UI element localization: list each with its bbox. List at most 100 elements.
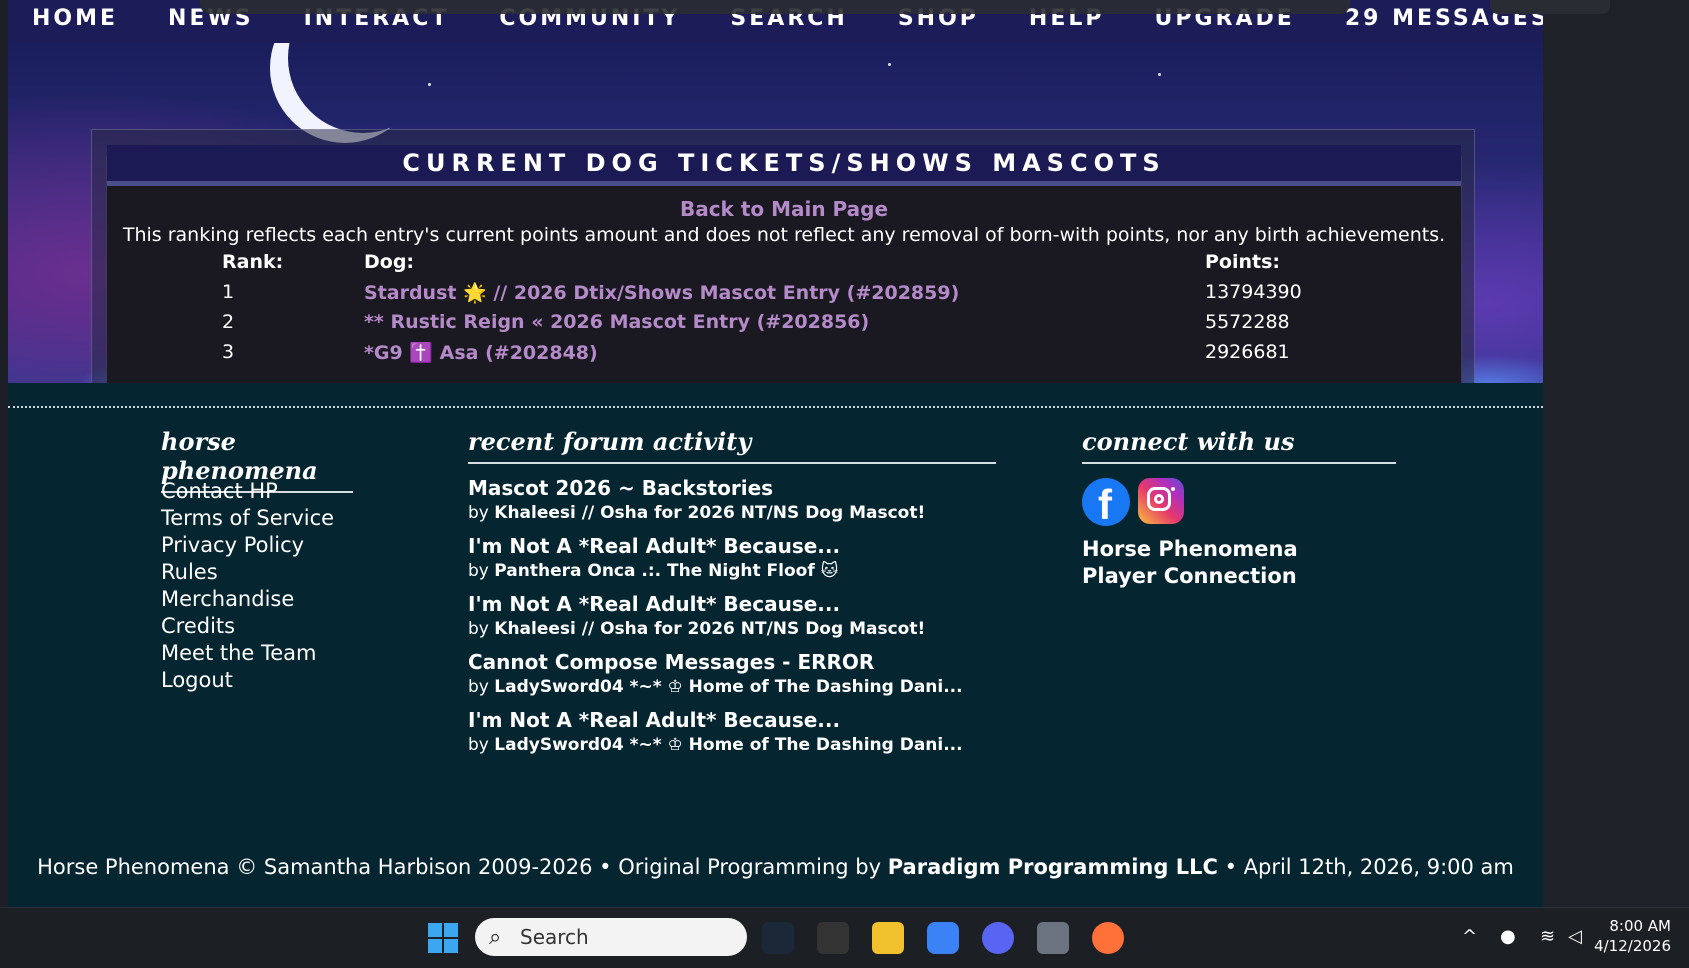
forum-byline: by Khaleesi // Osha for 2026 NT/NS Dog M… bbox=[468, 503, 1028, 523]
tray-app-icon[interactable]: ● bbox=[1500, 926, 1516, 947]
by-label: by bbox=[468, 619, 489, 639]
forum-author-link[interactable]: Khaleesi // Osha for 2026 NT/NS Dog Masc… bbox=[494, 619, 925, 639]
credits-link[interactable]: Credits bbox=[161, 613, 334, 640]
footer-heading-connect: connect with us bbox=[1082, 427, 1396, 464]
web-page: HOME NEWS INTERACT COMMUNITY SEARCH SHOP… bbox=[8, 0, 1543, 907]
forum-topic-link[interactable]: I'm Not A *Real Adult* Because... bbox=[468, 592, 1028, 616]
search-icon: ⌕ bbox=[489, 925, 502, 950]
privacy-link[interactable]: Privacy Policy bbox=[161, 532, 334, 559]
moon-graphic bbox=[288, 43, 438, 133]
windows-start-icon[interactable] bbox=[428, 923, 458, 953]
forum-author-link[interactable]: Khaleesi // Osha for 2026 NT/NS Dog Masc… bbox=[494, 503, 925, 523]
app-icon[interactable] bbox=[927, 922, 959, 954]
wifi-icon[interactable]: ≋ bbox=[1540, 926, 1555, 947]
forum-entry: Cannot Compose Messages - ERROR by LadyS… bbox=[468, 650, 1028, 697]
forum-topic-link[interactable]: I'm Not A *Real Adult* Because... bbox=[468, 534, 1028, 558]
clock-time: 8:00 AM bbox=[1609, 917, 1671, 935]
chevron-up-icon[interactable]: ^ bbox=[1462, 926, 1477, 947]
contact-link[interactable]: Contact HP bbox=[161, 478, 334, 505]
dog-link[interactable]: *G9 ✝️ Asa (#202848) bbox=[364, 341, 1164, 364]
forum-entry: I'm Not A *Real Adult* Because... by Kha… bbox=[468, 592, 1028, 639]
star bbox=[1158, 73, 1161, 76]
forum-byline: by Khaleesi // Osha for 2026 NT/NS Dog M… bbox=[468, 619, 1028, 639]
nav-messages[interactable]: 29 MESSAGES bbox=[1345, 8, 1543, 30]
firefox-icon[interactable] bbox=[1092, 922, 1124, 954]
dog-header: Dog: bbox=[364, 251, 415, 273]
back-to-main-link[interactable]: Back to Main Page bbox=[107, 197, 1461, 221]
windows-taskbar: ⌕ Search ^ ● ≋ ◁ 8:00 AM 4/12/2026 bbox=[0, 907, 1689, 968]
discord-icon[interactable] bbox=[982, 922, 1014, 954]
rank-cell: 1 bbox=[222, 281, 235, 303]
steam-icon[interactable] bbox=[762, 922, 794, 954]
volume-icon[interactable]: ◁ bbox=[1568, 926, 1582, 947]
clock-date: 4/12/2026 bbox=[1594, 937, 1671, 955]
ranking-title: CURRENT DOG TICKETS/SHOWS MASCOTS bbox=[107, 145, 1461, 186]
file-explorer-icon[interactable] bbox=[872, 922, 904, 954]
ranking-panel: CURRENT DOG TICKETS/SHOWS MASCOTS Back t… bbox=[106, 145, 1462, 383]
logout-link[interactable]: Logout bbox=[161, 667, 334, 694]
nav-interact[interactable]: INTERACT bbox=[304, 8, 450, 30]
nav-help[interactable]: HELP bbox=[1029, 8, 1105, 30]
forum-entry: I'm Not A *Real Adult* Because... by Lad… bbox=[468, 708, 1028, 755]
main-nav: HOME NEWS INTERACT COMMUNITY SEARCH SHOP… bbox=[8, 0, 1543, 43]
forum-author-link[interactable]: Panthera Onca .:. The Night Floof 🐱 bbox=[494, 561, 838, 581]
social-icons bbox=[1082, 478, 1184, 529]
terms-link[interactable]: Terms of Service bbox=[161, 505, 334, 532]
timestamp-text: • April 12th, 2026, 9:00 am bbox=[1217, 855, 1514, 879]
browser-viewport: HOME NEWS INTERACT COMMUNITY SEARCH SHOP… bbox=[0, 0, 1689, 907]
taskbar-search[interactable]: ⌕ Search bbox=[475, 918, 747, 956]
forum-topic-link[interactable]: I'm Not A *Real Adult* Because... bbox=[468, 708, 1028, 732]
rank-cell: 2 bbox=[222, 311, 235, 333]
right-gutter bbox=[1543, 0, 1689, 907]
game-app-icon[interactable] bbox=[817, 922, 849, 954]
nav-upgrade[interactable]: UPGRADE bbox=[1155, 8, 1295, 30]
forum-activity-list: Mascot 2026 ~ Backstories by Khaleesi //… bbox=[468, 476, 1028, 766]
by-label: by bbox=[468, 561, 489, 581]
forum-byline: by LadySword04 *~* ♔ Home of The Dashing… bbox=[468, 677, 1028, 697]
nav-shop[interactable]: SHOP bbox=[898, 8, 979, 30]
points-header: Points: bbox=[1205, 251, 1281, 273]
night-sky-banner: CURRENT DOG TICKETS/SHOWS MASCOTS Back t… bbox=[8, 43, 1543, 383]
calculator-icon[interactable] bbox=[1037, 922, 1069, 954]
dog-link[interactable]: Stardust 🌟 // 2026 Dtix/Shows Mascot Ent… bbox=[364, 281, 1164, 304]
forum-author-link[interactable]: LadySword04 *~* ♔ Home of The Dashing Da… bbox=[494, 677, 962, 697]
star bbox=[428, 83, 431, 86]
footer-divider bbox=[8, 406, 1543, 408]
merchandise-link[interactable]: Merchandise bbox=[161, 586, 334, 613]
player-connection-link[interactable]: Horse Phenomena Player Connection bbox=[1082, 536, 1342, 590]
footer-links: Contact HP Terms of Service Privacy Poli… bbox=[161, 478, 334, 694]
ranking-frame: CURRENT DOG TICKETS/SHOWS MASCOTS Back t… bbox=[91, 129, 1475, 383]
forum-topic-link[interactable]: Cannot Compose Messages - ERROR bbox=[468, 650, 1028, 674]
forum-topic-link[interactable]: Mascot 2026 ~ Backstories bbox=[468, 476, 1028, 500]
facebook-icon[interactable] bbox=[1082, 478, 1130, 529]
by-label: by bbox=[468, 735, 489, 755]
points-cell: 13794390 bbox=[1205, 281, 1302, 303]
nav-home[interactable]: HOME bbox=[32, 8, 118, 30]
forum-byline: by Panthera Onca .:. The Night Floof 🐱 bbox=[468, 561, 1028, 581]
rules-link[interactable]: Rules bbox=[161, 559, 334, 586]
nav-news[interactable]: NEWS bbox=[168, 8, 254, 30]
rank-header: Rank: bbox=[222, 251, 284, 273]
nav-search[interactable]: SEARCH bbox=[730, 8, 847, 30]
search-placeholder: Search bbox=[520, 925, 589, 949]
copyright-line: Horse Phenomena © Samantha Harbison 2009… bbox=[8, 855, 1543, 879]
paradigm-link[interactable]: Paradigm Programming LLC bbox=[888, 855, 1218, 879]
meet-team-link[interactable]: Meet the Team bbox=[161, 640, 334, 667]
points-cell: 2926681 bbox=[1205, 341, 1290, 363]
points-cell: 5572288 bbox=[1205, 311, 1290, 333]
forum-author-link[interactable]: LadySword04 *~* ♔ Home of The Dashing Da… bbox=[494, 735, 962, 755]
rank-cell: 3 bbox=[222, 341, 235, 363]
by-label: by bbox=[468, 677, 489, 697]
instagram-icon[interactable] bbox=[1138, 478, 1184, 524]
forum-entry: I'm Not A *Real Adult* Because... by Pan… bbox=[468, 534, 1028, 581]
ranking-note: This ranking reflects each entry's curre… bbox=[122, 224, 1446, 246]
by-label: by bbox=[468, 503, 489, 523]
forum-entry: Mascot 2026 ~ Backstories by Khaleesi //… bbox=[468, 476, 1028, 523]
dog-link[interactable]: ** Rustic Reign « 2026 Mascot Entry (#20… bbox=[364, 311, 1164, 333]
clock[interactable]: 8:00 AM 4/12/2026 bbox=[1594, 916, 1671, 956]
forum-byline: by LadySword04 *~* ♔ Home of The Dashing… bbox=[468, 735, 1028, 755]
copyright-text: Horse Phenomena © Samantha Harbison 2009… bbox=[37, 855, 888, 879]
nav-community[interactable]: COMMUNITY bbox=[499, 8, 680, 30]
footer-heading-forum: recent forum activity bbox=[468, 427, 996, 464]
star bbox=[888, 63, 891, 66]
